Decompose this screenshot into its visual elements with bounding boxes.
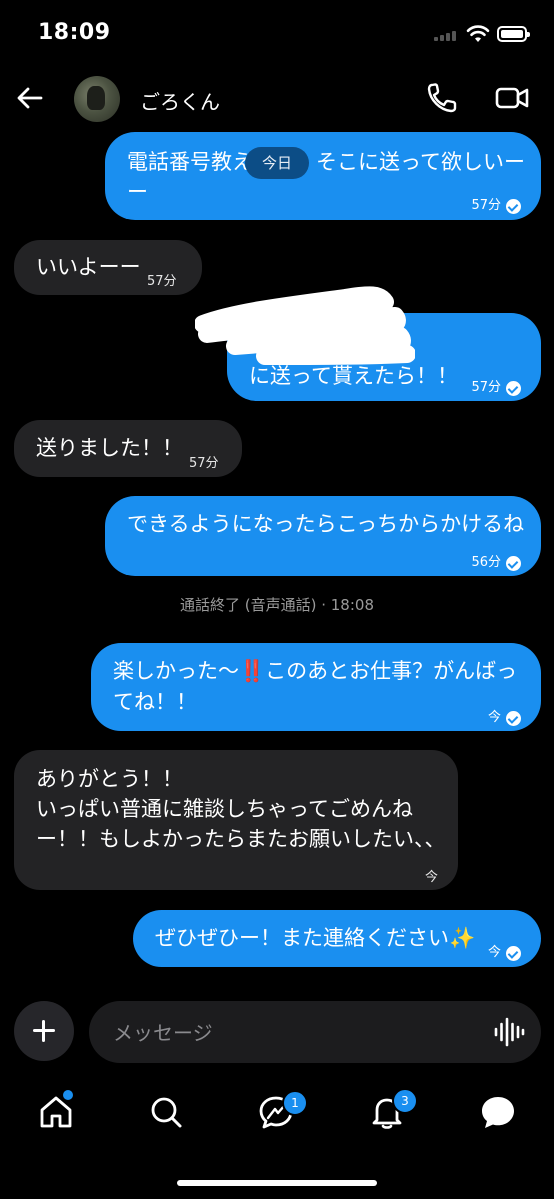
tab-chat[interactable] <box>478 1092 518 1132</box>
home-indicator <box>177 1180 377 1186</box>
message-text: 送りました！！ <box>36 436 183 460</box>
message-time: 今 <box>487 710 501 725</box>
message-time: 56分 <box>471 555 501 570</box>
outgoing-message[interactable]: 電話番号教え そこに送って欲しいー ー 57分 <box>105 132 541 220</box>
read-check-icon <box>506 710 521 726</box>
message-time: 今 <box>424 870 438 885</box>
message-input-field[interactable] <box>89 1001 541 1063</box>
outgoing-message[interactable]: 楽しかった〜‼️このあとお仕事？がんばっ てね！！ 今 <box>91 643 541 731</box>
read-check-icon <box>506 555 521 571</box>
back-arrow-icon[interactable] <box>14 82 46 114</box>
add-attachment-button[interactable] <box>14 1001 74 1061</box>
incoming-message[interactable]: 送りました！！ 57分 <box>14 420 242 477</box>
message-time: 57分 <box>147 274 177 289</box>
chat-bubble-icon <box>482 1097 514 1128</box>
incoming-message[interactable]: いいよーー 57分 <box>14 240 202 295</box>
message-text-line: ありがとう！！ <box>36 767 183 791</box>
message-time: 57分 <box>471 380 501 395</box>
message-text-line: 楽しかった〜‼️このあとお仕事？がんばっ <box>113 659 518 683</box>
message-text-line: いっぱい普通に雑談しちゃってごめんね <box>36 797 413 821</box>
read-check-icon <box>506 945 521 961</box>
tab-search[interactable] <box>146 1092 186 1132</box>
cellular-signal-icon <box>434 31 456 41</box>
message-text: できるようになったらこっちからかけるね <box>127 512 525 536</box>
tab-notifications[interactable]: 3 <box>367 1088 418 1132</box>
search-icon <box>151 1097 182 1128</box>
message-text-line: ー <box>127 180 148 204</box>
outgoing-message[interactable]: できるようになったらこっちからかけるね 56分 <box>105 496 541 576</box>
wifi-icon <box>466 25 490 42</box>
tab-messages[interactable]: 1 <box>256 1090 308 1132</box>
message-text-line: ー！！もしよかったらまたお願いしたい、、 <box>36 827 446 851</box>
redaction-scribble <box>195 286 415 365</box>
message-input[interactable] <box>111 1015 475 1051</box>
battery-icon <box>497 26 530 42</box>
message-time: 今 <box>487 945 501 960</box>
avatar[interactable] <box>74 76 120 122</box>
read-check-icon <box>506 380 521 396</box>
voice-message-icon[interactable] <box>492 1016 526 1048</box>
outgoing-message[interactable]: ぜひぜひー！また連絡ください✨ 今 <box>133 910 541 967</box>
call-ended-notice: 通話終了 (音声通話) · 18:08 <box>179 596 374 614</box>
message-text-line: 電話番号教え そこに送って欲しいー <box>127 150 525 174</box>
home-notification-dot <box>61 1088 75 1102</box>
status-time: 18:09 <box>38 20 111 45</box>
messages-badge: 1 <box>282 1090 308 1116</box>
message-time: 57分 <box>189 456 219 471</box>
read-check-icon <box>506 198 521 214</box>
notifications-badge: 3 <box>392 1088 418 1114</box>
message-text: いいよーー <box>36 255 141 279</box>
contact-name[interactable]: ごろくん <box>140 86 220 115</box>
date-separator: 今日 <box>245 147 309 179</box>
phone-call-icon[interactable] <box>424 80 460 116</box>
message-text-line: てね！！ <box>113 690 197 714</box>
message-time: 57分 <box>471 198 501 213</box>
incoming-message[interactable]: ありがとう！！ いっぱい普通に雑談しちゃってごめんね ー！！もしよかったらまたお… <box>14 750 458 890</box>
tab-home[interactable] <box>36 1088 76 1132</box>
message-text: ぜひぜひー！また連絡ください✨ <box>155 926 476 950</box>
video-call-icon[interactable] <box>494 82 530 114</box>
